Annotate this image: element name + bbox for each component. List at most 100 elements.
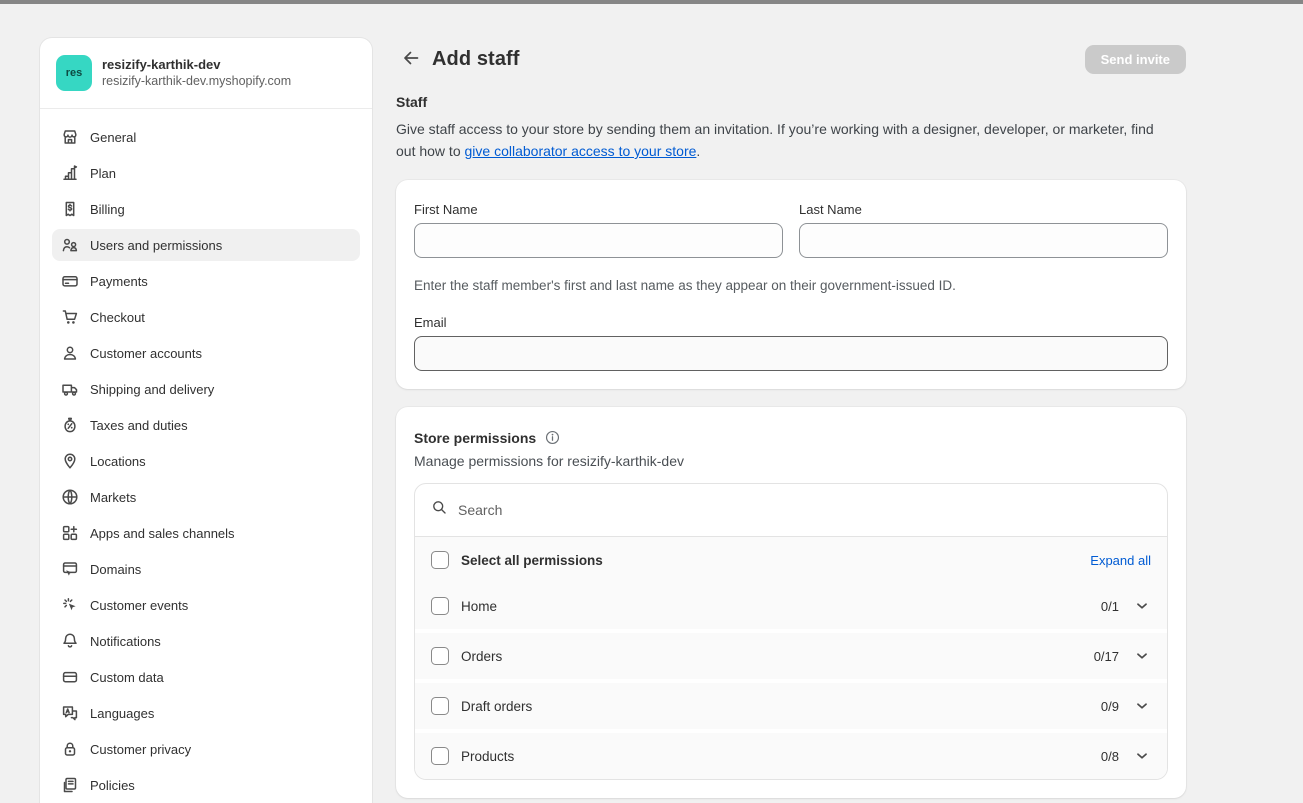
permissions-subheading: Manage permissions for resizify-karthik-… bbox=[414, 453, 1168, 469]
sidebar-item-label: Languages bbox=[90, 706, 154, 721]
permission-row-right: 0/9 bbox=[1101, 697, 1151, 715]
sidebar-item-domains[interactable]: Domains bbox=[52, 553, 360, 585]
permission-checkbox-home[interactable] bbox=[431, 597, 449, 615]
chevron-down-icon[interactable] bbox=[1133, 697, 1151, 715]
checkout-icon bbox=[60, 307, 80, 327]
chevron-down-icon[interactable] bbox=[1133, 747, 1151, 765]
sidebar-nav: General Plan Billing Users and permissions P… bbox=[40, 109, 372, 801]
permission-checkbox-draft-orders[interactable] bbox=[431, 697, 449, 715]
sidebar-item-label: Plan bbox=[90, 166, 116, 181]
sidebar-item-customer-accounts[interactable]: Customer accounts bbox=[52, 337, 360, 369]
sidebar-item-label: Notifications bbox=[90, 634, 161, 649]
sidebar-item-notifications[interactable]: Notifications bbox=[52, 625, 360, 657]
select-all-permissions-row[interactable]: Select all permissions Expand all bbox=[415, 537, 1167, 583]
permission-label: Home bbox=[461, 599, 497, 614]
sidebar-item-label: Customer events bbox=[90, 598, 188, 613]
permission-row-right: 0/1 bbox=[1101, 597, 1151, 615]
custom-data-icon bbox=[60, 667, 80, 687]
settings-screen: res resizify-karthik-dev resizify-karthi… bbox=[0, 0, 1303, 803]
permission-row-home[interactable]: Home 0/1 bbox=[415, 583, 1167, 629]
sidebar-item-customer-events[interactable]: Customer events bbox=[52, 589, 360, 621]
sidebar-item-label: Custom data bbox=[90, 670, 164, 685]
sidebar-item-users-and-permissions[interactable]: Users and permissions bbox=[52, 229, 360, 261]
sidebar-item-label: Payments bbox=[90, 274, 148, 289]
sidebar-item-general[interactable]: General bbox=[52, 121, 360, 153]
page-title: Add staff bbox=[432, 48, 520, 71]
sidebar-item-locations[interactable]: Locations bbox=[52, 445, 360, 477]
permission-label: Orders bbox=[461, 649, 502, 664]
expand-all-link[interactable]: Expand all bbox=[1090, 553, 1151, 568]
info-icon[interactable] bbox=[544, 429, 561, 446]
staff-description: Give staff access to your store by sendi… bbox=[396, 118, 1156, 162]
sidebar-item-custom-data[interactable]: Custom data bbox=[52, 661, 360, 693]
store-icon bbox=[60, 127, 80, 147]
staff-heading: Staff bbox=[396, 94, 1186, 110]
permission-checkbox-products[interactable] bbox=[431, 747, 449, 765]
permissions-title-row: Store permissions bbox=[414, 429, 1168, 446]
email-input[interactable] bbox=[414, 336, 1168, 371]
sidebar-item-label: Users and permissions bbox=[90, 238, 222, 253]
name-help-text: Enter the staff member's first and last … bbox=[414, 278, 1168, 293]
permissions-search-input[interactable] bbox=[458, 502, 1151, 518]
domains-icon bbox=[60, 559, 80, 579]
permission-row-products[interactable]: Products0/8 bbox=[415, 733, 1167, 779]
store-permissions-card: Store permissions Manage permissions for… bbox=[396, 407, 1186, 798]
notifications-icon bbox=[60, 631, 80, 651]
permissions-search-row bbox=[415, 484, 1167, 537]
sidebar-item-policies[interactable]: Policies bbox=[52, 769, 360, 801]
chevron-down-icon[interactable] bbox=[1133, 647, 1151, 665]
sidebar-item-label: Locations bbox=[90, 454, 146, 469]
chevron-down-icon[interactable] bbox=[1133, 597, 1151, 615]
top-window-bar bbox=[0, 0, 1303, 4]
sidebar-item-shipping-and-delivery[interactable]: Shipping and delivery bbox=[52, 373, 360, 405]
sidebar-item-plan[interactable]: Plan bbox=[52, 157, 360, 189]
sidebar-item-customer-privacy[interactable]: Customer privacy bbox=[52, 733, 360, 765]
permission-checkbox-orders[interactable] bbox=[431, 647, 449, 665]
email-label: Email bbox=[414, 315, 1168, 330]
sidebar-item-languages[interactable]: Languages bbox=[52, 697, 360, 729]
first-name-input[interactable] bbox=[414, 223, 783, 258]
customer-events-icon bbox=[60, 595, 80, 615]
permission-count: 0/17 bbox=[1094, 649, 1119, 664]
store-avatar: res bbox=[56, 55, 92, 91]
sidebar-item-label: Taxes and duties bbox=[90, 418, 188, 433]
send-invite-button[interactable]: Send invite bbox=[1085, 45, 1186, 74]
permission-row-draft-orders[interactable]: Draft orders0/9 bbox=[415, 683, 1167, 729]
staff-description-period: . bbox=[696, 143, 700, 159]
permissions-box: Select all permissions Expand all Home 0/… bbox=[414, 483, 1168, 780]
select-all-checkbox[interactable] bbox=[431, 551, 449, 569]
last-name-block: Last Name bbox=[799, 202, 1168, 258]
shipping-icon bbox=[60, 379, 80, 399]
main-content: Add staff Send invite Staff Give staff a… bbox=[396, 38, 1186, 798]
sidebar-item-label: Customer privacy bbox=[90, 742, 191, 757]
store-header[interactable]: res resizify-karthik-dev resizify-karthi… bbox=[40, 38, 372, 108]
email-block: Email bbox=[414, 315, 1168, 371]
sidebar-item-label: General bbox=[90, 130, 136, 145]
search-icon bbox=[431, 499, 448, 521]
permission-rows: Home 0/1 Orders 0/17 Draft orders0/9Products… bbox=[415, 583, 1167, 779]
sidebar-item-billing[interactable]: Billing bbox=[52, 193, 360, 225]
permission-row-right: 0/17 bbox=[1094, 647, 1151, 665]
arrow-left-icon bbox=[401, 48, 421, 71]
store-name: resizify-karthik-dev bbox=[102, 56, 291, 73]
sidebar-item-taxes-and-duties[interactable]: Taxes and duties bbox=[52, 409, 360, 441]
policies-icon bbox=[60, 775, 80, 795]
name-fields: First Name Last Name bbox=[414, 202, 1168, 258]
store-domain: resizify-karthik-dev.myshopify.com bbox=[102, 73, 291, 90]
sidebar-item-markets[interactable]: Markets bbox=[52, 481, 360, 513]
sidebar-item-label: Policies bbox=[90, 778, 135, 793]
sidebar-item-label: Shipping and delivery bbox=[90, 382, 214, 397]
permission-count: 0/1 bbox=[1101, 599, 1119, 614]
customer-accounts-icon bbox=[60, 343, 80, 363]
first-name-block: First Name bbox=[414, 202, 783, 258]
sidebar-item-payments[interactable]: Payments bbox=[52, 265, 360, 297]
sidebar-item-checkout[interactable]: Checkout bbox=[52, 301, 360, 333]
last-name-input[interactable] bbox=[799, 223, 1168, 258]
collaborator-access-link[interactable]: give collaborator access to your store bbox=[465, 143, 697, 159]
back-button[interactable] bbox=[396, 44, 426, 74]
users-icon bbox=[60, 235, 80, 255]
apps-icon bbox=[60, 523, 80, 543]
permission-row-orders[interactable]: Orders 0/17 bbox=[415, 633, 1167, 679]
sidebar-item-apps-and-sales-channels[interactable]: Apps and sales channels bbox=[52, 517, 360, 549]
permission-count: 0/9 bbox=[1101, 699, 1119, 714]
